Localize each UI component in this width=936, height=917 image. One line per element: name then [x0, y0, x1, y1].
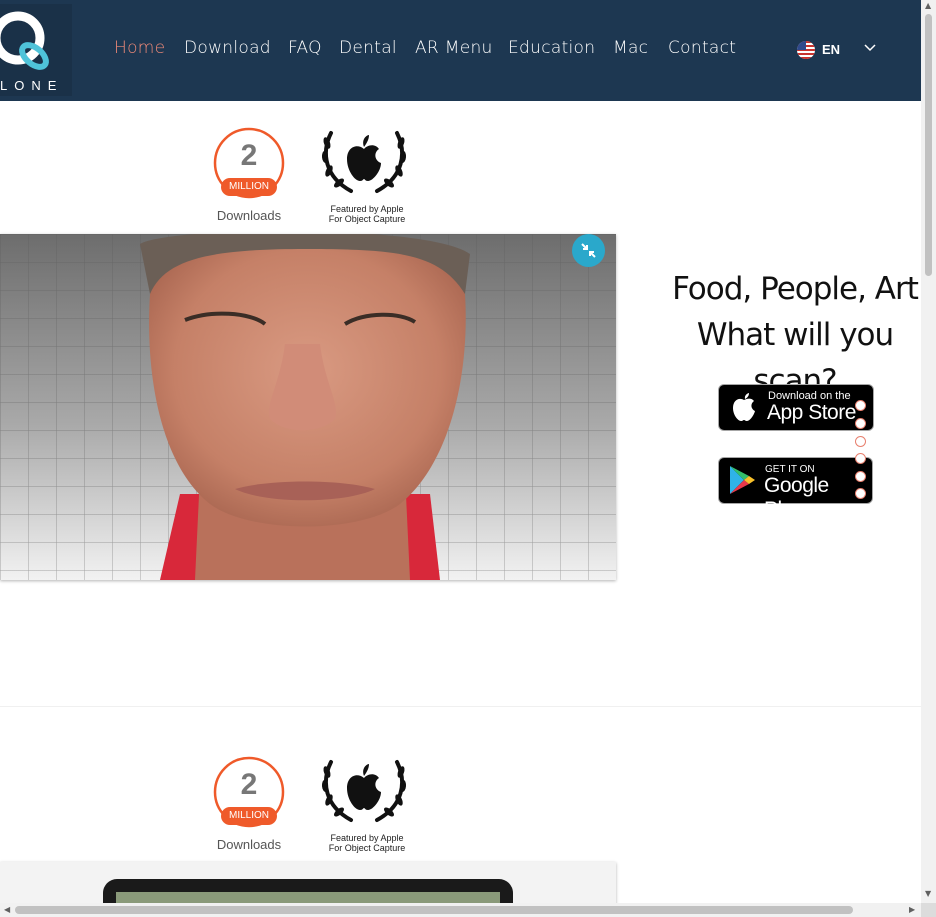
section-dot[interactable] [855, 453, 866, 464]
app-store-button[interactable]: Download on the App Store [718, 384, 874, 431]
section-divider [0, 706, 921, 707]
featured-line-1: Featured by Apple [330, 833, 404, 843]
compress-icon[interactable] [572, 234, 605, 267]
q-logo-icon [0, 11, 49, 70]
us-flag-icon [797, 41, 815, 59]
nav-faq[interactable]: FAQ [288, 38, 322, 58]
site-header: LONE Home Download FAQ Dental AR Menu Ed… [0, 0, 921, 101]
google-play-button[interactable]: GET IT ON Google Play [718, 457, 873, 521]
apple-wreath-icon [321, 760, 407, 822]
featured-line-1: Featured by Apple [330, 204, 404, 214]
million-number: 2 [240, 139, 258, 172]
google-play-icon [730, 466, 755, 494]
video-frame [0, 234, 616, 580]
horizontal-scroll-thumb[interactable] [15, 906, 853, 914]
downloads-label: Downloads [216, 837, 282, 852]
vertical-scrollbar[interactable]: ▲ ▼ [921, 0, 936, 903]
scroll-left-arrow-icon[interactable]: ◀ [4, 905, 10, 914]
horizontal-scrollbar[interactable]: ◀ ▶ [0, 903, 921, 917]
nav-contact[interactable]: Contact [668, 38, 736, 58]
featured-line-2: For Object Capture [328, 214, 406, 224]
scroll-down-arrow-icon[interactable]: ▼ [925, 889, 931, 898]
language-code: EN [822, 42, 841, 57]
section-dot[interactable] [855, 418, 866, 429]
chevron-down-icon [864, 44, 876, 52]
section-dot[interactable] [855, 471, 866, 482]
section-dot[interactable] [855, 436, 866, 447]
scroll-right-arrow-icon[interactable]: ▶ [909, 905, 915, 914]
nav-dental[interactable]: Dental [339, 38, 397, 58]
vertical-scroll-thumb[interactable] [925, 14, 932, 276]
section-dot[interactable] [855, 488, 866, 499]
million-label: MILLION [228, 181, 269, 192]
logo[interactable]: LONE [0, 4, 72, 96]
section-dot[interactable] [855, 400, 866, 411]
apple-wreath-icon [321, 131, 407, 193]
downloads-label: Downloads [216, 208, 282, 223]
scroll-up-arrow-icon[interactable]: ▲ [925, 1, 931, 10]
app-store-big-text: App Store [767, 401, 856, 424]
nav-mac[interactable]: Mac [613, 38, 648, 58]
logo-text: LONE [0, 78, 64, 93]
nav-ar-menu[interactable]: AR Menu [415, 38, 493, 58]
nav-education[interactable]: Education [508, 38, 595, 58]
headline-line-1: Food, People, Art [672, 271, 919, 307]
nav-download[interactable]: Download [184, 38, 271, 58]
hero-video[interactable] [0, 234, 616, 580]
scrollbar-corner [921, 903, 936, 917]
featured-by-apple: Featured by Apple For Object Capture [317, 204, 417, 224]
video-frame [103, 879, 513, 907]
million-number: 2 [240, 768, 258, 801]
featured-by-apple: Featured by Apple For Object Capture [317, 833, 417, 853]
featured-line-2: For Object Capture [328, 843, 406, 853]
google-play-big-text: Google Play [764, 474, 829, 521]
nav-home[interactable]: Home [114, 38, 165, 58]
million-label: MILLION [228, 810, 269, 821]
apple-icon [733, 393, 755, 421]
second-video[interactable] [0, 862, 616, 907]
